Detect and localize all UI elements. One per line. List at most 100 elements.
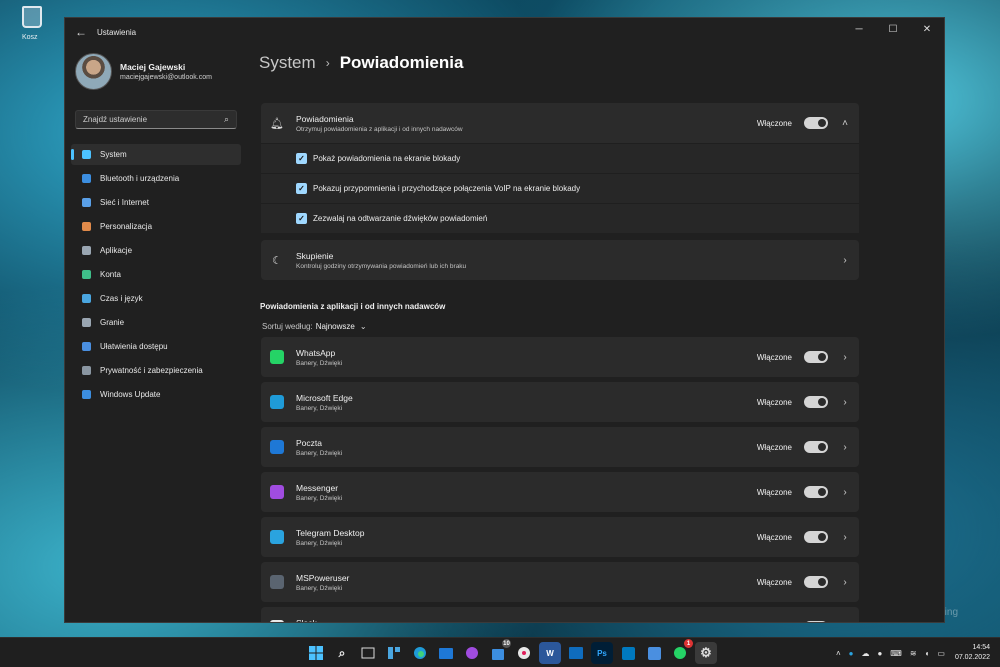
app-toggle[interactable] — [804, 576, 828, 588]
app-subtitle: Banery, Dźwięki — [296, 494, 343, 502]
battery-icon[interactable]: ▭ — [937, 649, 945, 658]
user-profile[interactable]: Maciej Gajewski maciejgajewski@outlook.c… — [65, 46, 247, 97]
sidebar-item-windows-update[interactable]: Windows Update — [71, 384, 241, 405]
photoshop-icon[interactable]: Ps — [591, 642, 613, 664]
sidebar-item-granie[interactable]: Granie — [71, 312, 241, 333]
notifications-subtitle: Otrzymuj powiadomienia z aplikacji i od … — [296, 125, 463, 133]
sidebar-item-label: Sieć i Internet — [100, 198, 149, 207]
sidebar-item-aplikacje[interactable]: Aplikacje — [71, 240, 241, 261]
chevron-right-icon[interactable]: › — [841, 577, 849, 588]
sort-dropdown[interactable]: Sortuj według: Najnowsze ⌄ — [262, 322, 367, 331]
store-icon[interactable]: 10 — [487, 639, 511, 664]
close-button[interactable]: ✕ — [910, 18, 944, 40]
sidebar-item-u-atwienia-dost-pu[interactable]: Ułatwienia dostępu — [71, 336, 241, 357]
outlook-icon[interactable] — [565, 642, 587, 664]
chevron-right-icon[interactable]: › — [841, 487, 849, 498]
app-state: Włączone — [756, 397, 792, 407]
app-toggle[interactable] — [804, 441, 828, 453]
telegram-tray-icon[interactable]: ● — [849, 649, 854, 658]
update-icon — [82, 390, 91, 399]
app-row[interactable]: SlackBanery, DźwiękiWłączone› — [261, 607, 859, 623]
sidebar-item-czas-i-j-zyk[interactable]: Czas i język — [71, 288, 241, 309]
trello-icon[interactable] — [617, 642, 639, 664]
app-toggle[interactable] — [804, 351, 828, 363]
search-input[interactable]: Znajdź ustawienie ⌕ — [75, 110, 237, 129]
app-name: Poczta — [296, 437, 322, 448]
whatsapp-icon[interactable]: 1 — [669, 639, 693, 664]
app-toggle[interactable] — [804, 531, 828, 543]
sidebar-item-konta[interactable]: Konta — [71, 264, 241, 285]
window-controls: ─ ☐ ✕ — [842, 18, 944, 40]
app-row[interactable]: MSPoweruser Banery, Dźwięki Włączone › — [261, 562, 859, 602]
onedrive-icon[interactable]: ☁ — [861, 649, 869, 658]
checkbox[interactable]: ✓ — [296, 153, 307, 164]
back-button[interactable]: ← — [67, 18, 95, 46]
skype-icon[interactable] — [643, 642, 665, 664]
sidebar-item-personalizacja[interactable]: Personalizacja — [71, 216, 241, 237]
shield-icon — [82, 366, 91, 375]
minimize-button[interactable]: ─ — [842, 18, 876, 40]
breadcrumb-parent[interactable]: System — [259, 53, 316, 73]
messenger-icon[interactable] — [461, 642, 483, 664]
app-toggle[interactable] — [804, 621, 828, 622]
sidebar-item-sie-i-internet[interactable]: Sieć i Internet — [71, 192, 241, 213]
notifications-toggle[interactable] — [804, 117, 828, 129]
chevron-right-icon[interactable]: › — [841, 255, 849, 266]
wifi-icon — [82, 198, 91, 207]
chevron-up-icon[interactable]: ˄ — [841, 118, 849, 129]
search-icon[interactable]: ⌕ — [331, 642, 353, 664]
sidebar-item-bluetooth-i-urz-dzenia[interactable]: Bluetooth i urządzenia — [71, 168, 241, 189]
keyboard-icon[interactable]: ⌨ — [890, 649, 902, 658]
chevron-right-icon[interactable]: › — [841, 352, 849, 363]
word-icon[interactable]: W — [539, 642, 561, 664]
app-row[interactable]: Telegram Desktop Banery, Dźwięki Włączone › — [261, 517, 859, 557]
app-toggle[interactable] — [804, 486, 828, 498]
main-content: System › Powiadomienia 🔔︎ Powiadomienia … — [259, 46, 944, 622]
app-row[interactable]: Messenger Banery, Dźwięki Włączone › — [261, 472, 859, 512]
start-icon[interactable] — [305, 642, 327, 664]
sidebar-item-prywatno-i-zabezpieczenia[interactable]: Prywatność i zabezpieczenia — [71, 360, 241, 381]
checkbox[interactable]: ✓ — [296, 183, 307, 194]
maximize-button[interactable]: ☐ — [876, 18, 910, 40]
recycle-bin-icon[interactable] — [22, 6, 44, 32]
chevron-right-icon[interactable]: › — [841, 622, 849, 623]
sidebar-item-system[interactable]: System — [71, 144, 241, 165]
voip-option[interactable]: ✓ Pokazuj przypomnienia i przychodzące p… — [261, 173, 859, 203]
volume-icon[interactable]: ◖ — [925, 649, 930, 658]
app-toggle[interactable] — [804, 396, 828, 408]
wifi-icon[interactable]: ≋ — [910, 649, 917, 658]
task-view-icon[interactable] — [357, 642, 379, 664]
chevron-right-icon[interactable]: › — [841, 532, 849, 543]
sidebar-item-label: Aplikacje — [100, 246, 133, 255]
app-tray-icon[interactable]: ● — [877, 649, 882, 658]
checkbox[interactable]: ✓ — [296, 213, 307, 224]
app-row[interactable]: Poczta Banery, Dźwięki Włączone › — [261, 427, 859, 467]
app-name: MSPoweruser — [296, 572, 350, 583]
app-row[interactable]: Microsoft Edge Banery, Dźwięki Włączone › — [261, 382, 859, 422]
chevron-up-icon[interactable]: ˄ — [836, 649, 841, 658]
chevron-right-icon[interactable]: › — [841, 397, 849, 408]
sounds-option[interactable]: ✓ Zezwalaj na odtwarzanie dźwięków powia… — [261, 203, 859, 233]
notifications-state: Włączone — [756, 118, 792, 128]
focus-subtitle: Kontroluj godziny otrzymywania powiadomi… — [296, 262, 467, 270]
profile-email: maciejgajewski@outlook.com — [120, 74, 212, 81]
focus-card[interactable]: ☾ Skupienie Kontroluj godziny otrzymywan… — [261, 240, 859, 280]
apps-icon — [82, 246, 91, 255]
title-bar: ← Ustawienia ─ ☐ ✕ — [65, 18, 944, 46]
app-row[interactable]: WhatsApp Banery, Dźwięki Włączone › — [261, 337, 859, 377]
settings-icon[interactable]: ⚙ — [695, 642, 717, 664]
slack-icon[interactable] — [513, 642, 535, 664]
sidebar-item-label: Personalizacja — [100, 222, 153, 231]
chevron-right-icon[interactable]: › — [841, 442, 849, 453]
edge-icon[interactable] — [409, 642, 431, 664]
settings-window: ← Ustawienia ─ ☐ ✕ Maciej Gajewski macie… — [64, 17, 945, 623]
lockscreen-option[interactable]: ✓ Pokaż powiadomienia na ekranie blokady — [261, 143, 859, 173]
option-label: Pokazuj przypomnienia i przychodzące poł… — [313, 184, 581, 193]
mail-icon[interactable] — [435, 642, 457, 664]
clock[interactable]: 14:54 07.02.2022 — [955, 643, 990, 663]
notifications-row[interactable]: 🔔︎ Powiadomienia Otrzymuj powiadomienia … — [261, 103, 859, 143]
widgets-icon[interactable] — [383, 642, 405, 664]
app-subtitle: Banery, Dźwięki — [296, 359, 343, 367]
edge-icon — [270, 395, 284, 409]
app-state: Włączone — [756, 442, 792, 452]
